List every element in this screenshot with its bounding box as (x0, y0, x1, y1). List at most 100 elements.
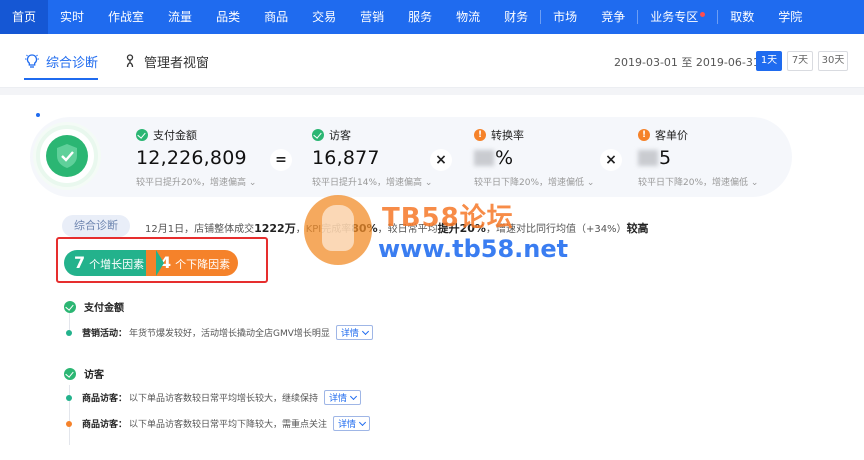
kpi-value-suffix: 5 (659, 147, 672, 169)
nav-item-logistics[interactable]: 物流 (444, 0, 492, 34)
nav-item-business-zone[interactable]: 业务专区 (638, 0, 717, 34)
warning-circle-icon: ! (638, 129, 650, 141)
detail-label: 详情 (329, 394, 348, 404)
item-label: 商品访客： (82, 394, 128, 404)
date-range-text[interactable]: 2019-03-01 至 2019-06-31 (614, 54, 760, 70)
summary-part: 12月1日，店铺整体成交 (145, 224, 255, 235)
check-circle-icon (312, 129, 324, 141)
growth-dot-icon (66, 394, 72, 401)
chevron-down-icon (350, 392, 358, 400)
section-title: 支付金额 (84, 303, 124, 314)
health-status-badge (36, 125, 98, 187)
nav-item-service[interactable]: 服务 (396, 0, 444, 34)
summary-text: 12月1日，店铺整体成交1222万，KPI完成率80%，较日常平均提升20%，增… (145, 220, 649, 236)
nav-item-data-fetch[interactable]: 取数 (718, 0, 766, 34)
detail-button[interactable]: 详情 (333, 416, 371, 431)
multiply-operator: × (430, 149, 452, 171)
growth-label: 个增长因素 (89, 258, 145, 271)
growth-dot-icon (66, 329, 72, 336)
kpi-note[interactable]: 较平日提升14%，增速偏高 ⌄ (312, 175, 432, 188)
kpi-note[interactable]: 较平日下降20%，增速偏低 ⌄ (638, 175, 758, 188)
summary-amount: 1222万 (254, 222, 296, 235)
kpi-title: 客单价 (655, 129, 688, 142)
item-label: 商品访客： (82, 420, 128, 430)
kpi-value: 5 (638, 147, 758, 169)
chevron-down-icon (359, 418, 367, 426)
kpi-payment-amount: 支付金额 12,226,809 较平日提升20%，增速偏高 ⌄ (136, 127, 256, 188)
list-item: 商品访客： 以下单品访客数较日常平均下降较大，需重点关注 详情 (66, 416, 371, 431)
kpi-note[interactable]: 较平日下降20%，增速偏低 ⌄ (474, 175, 594, 188)
nav-item-category[interactable]: 品类 (204, 0, 252, 34)
item-text: 以下单品访客数较日常平均下降较大，需重点关注 (129, 420, 328, 430)
nav-item-finance[interactable]: 财务 (492, 0, 540, 34)
check-circle-icon (64, 367, 76, 380)
kpi-value: 12,226,809 (136, 147, 247, 169)
list-item: 营销活动： 年货节爆发较好，活动增长撬动全店GMV增长明显 详情 (66, 325, 373, 340)
tab-comprehensive-diagnosis[interactable]: 综合诊断 (24, 34, 99, 88)
shield-check-icon (46, 135, 88, 177)
detail-button[interactable]: 详情 (335, 325, 373, 340)
chevron-down-icon (361, 327, 369, 335)
multiply-operator: × (600, 149, 622, 171)
summary-part: ，增速对比同行均值（+34%） (485, 224, 627, 235)
nav-item-competition[interactable]: 竞争 (589, 0, 637, 34)
nav-item-realtime[interactable]: 实时 (48, 0, 96, 34)
detail-label: 详情 (340, 329, 359, 339)
detail-button[interactable]: 详情 (324, 390, 362, 405)
kpi-visitors: 访客 16,877 较平日提升14%，增速偏高 ⌄ (312, 127, 432, 188)
lightbulb-icon (25, 54, 39, 68)
growth-factors-pill[interactable]: 7 个增长因素 (64, 250, 164, 276)
equals-operator: = (270, 149, 292, 171)
nav-item-marketing[interactable]: 营销 (348, 0, 396, 34)
summary-level: 较高 (626, 222, 649, 235)
nav-item-market[interactable]: 市场 (541, 0, 589, 34)
kpi-title: 转换率 (491, 129, 524, 142)
section-title: 访客 (84, 370, 104, 381)
nav-item-academy[interactable]: 学院 (766, 0, 814, 34)
range-7-days-button[interactable]: 7天 (787, 51, 813, 71)
range-30-days-button[interactable]: 30天 (818, 51, 848, 71)
redacted-value (474, 150, 494, 166)
summary-part: ，较日常平均 (377, 224, 438, 235)
kpi-title: 访客 (329, 129, 351, 142)
growth-count: 7 (74, 253, 86, 272)
summary-part: ，KPI完成率 (295, 224, 352, 235)
item-text: 年货节爆发较好，活动增长撬动全店GMV增长明显 (129, 329, 330, 339)
decline-dot-icon (66, 420, 72, 427)
nav-item-war-room[interactable]: 作战室 (96, 0, 156, 34)
decline-label: 个下降因素 (175, 258, 231, 271)
section-visitors: 访客 (64, 366, 104, 381)
kpi-panel: 支付金额 12,226,809 较平日提升20%，增速偏高 ⌄ = 访客 16,… (30, 117, 792, 197)
check-circle-icon (64, 300, 76, 313)
diagnosis-content: 支付金额 12,226,809 较平日提升20%，增速偏高 ⌄ = 访客 16,… (0, 95, 864, 460)
nav-item-trade[interactable]: 交易 (300, 0, 348, 34)
kpi-note[interactable]: 较平日提升20%，增速偏高 ⌄ (136, 175, 256, 188)
tab-comprehensive-diagnosis-label: 综合诊断 (46, 55, 99, 71)
kpi-value: 16,877 (312, 147, 380, 169)
kpi-conversion-rate: ! 转换率 % 较平日下降20%，增速偏低 ⌄ (474, 127, 594, 188)
kpi-title: 支付金额 (153, 129, 197, 142)
person-icon (126, 54, 134, 68)
list-item: 商品访客： 以下单品访客数较日常平均增长较大，继续保持 详情 (66, 390, 362, 405)
summary-rate: 80% (351, 222, 378, 235)
kpi-value: % (474, 147, 594, 169)
nav-item-product[interactable]: 商品 (252, 0, 300, 34)
kpi-average-order-value: ! 客单价 5 较平日下降20%，增速偏低 ⌄ (638, 127, 758, 188)
sub-header: 综合诊断 管理者视窗 2019-03-01 至 2019-06-31 1天 7天… (0, 34, 864, 88)
watermark-url: www.tb58.net (378, 235, 569, 263)
redacted-value (638, 150, 658, 166)
warning-circle-icon: ! (474, 129, 486, 141)
summary-tag: 综合诊断 (62, 215, 130, 237)
nav-item-home[interactable]: 首页 (0, 0, 49, 34)
range-1-day-button[interactable]: 1天 (756, 51, 782, 71)
tab-manager-view-label: 管理者视窗 (144, 55, 210, 71)
item-text: 以下单品访客数较日常平均增长较大，继续保持 (129, 394, 319, 404)
nav-item-traffic[interactable]: 流量 (156, 0, 204, 34)
active-tab-underline (24, 78, 99, 80)
tab-manager-view[interactable]: 管理者视窗 (122, 34, 209, 88)
new-badge-dot (700, 12, 706, 17)
top-navigation-bar: 首页 实时 作战室 流量 品类 商品 交易 营销 服务 物流 财务 市场 竞争 … (0, 0, 864, 34)
decor-dot (36, 113, 40, 117)
section-payment-amount: 支付金额 (64, 299, 124, 314)
summary-increase: 提升20% (437, 222, 486, 235)
